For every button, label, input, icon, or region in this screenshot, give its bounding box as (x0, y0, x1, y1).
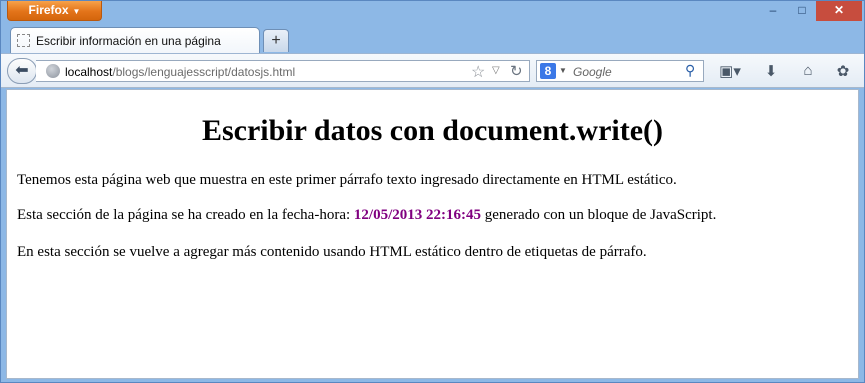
reload-icon[interactable]: ↻ (510, 62, 523, 80)
paragraph-generated-prefix: Esta sección de la página se ha creado e… (17, 207, 354, 223)
maximize-button[interactable]: □ (788, 1, 816, 21)
page-content: Escribir datos con document.write() Tene… (6, 89, 859, 379)
url-text[interactable]: localhost/blogs/lenguajesscript/datosjs.… (65, 65, 295, 79)
search-bar[interactable]: 8 ▼ Google ⚲ (536, 60, 704, 82)
datetime-value: 12/05/2013 22:16:45 (353, 207, 481, 223)
close-button[interactable]: ✕ (816, 1, 862, 21)
firefox-menu-button[interactable]: Firefox ▼ (7, 1, 102, 21)
page-icon (17, 34, 30, 47)
page-heading: Escribir datos con document.write() (201, 114, 664, 147)
firefox-menu-label: Firefox (28, 3, 69, 17)
chevron-down-icon: ▼ (72, 7, 81, 16)
globe-icon (46, 64, 60, 78)
download-icon[interactable]: ⬇ (761, 62, 781, 82)
bookmark-star-icon[interactable]: ☆ (471, 62, 485, 82)
url-host: localhost (65, 65, 113, 79)
tab-active[interactable]: Escribir información en una página (10, 27, 260, 53)
browser-window: Firefox ▼ – □ ✕ Escribir información en u… (0, 0, 865, 383)
addon-icon[interactable]: ✿ (833, 62, 853, 82)
minimize-button[interactable]: – (759, 1, 787, 21)
google-icon[interactable]: 8 (540, 63, 556, 79)
paragraph-static-1: Tenemos esta página web que muestra en e… (17, 172, 677, 188)
search-icon[interactable]: ⚲ (685, 62, 695, 79)
search-engine-dropdown-icon[interactable]: ▼ (559, 66, 567, 75)
bookmarks-menu-icon[interactable]: ▣▾ (715, 62, 745, 82)
paragraph-generated-suffix: generado con un bloque de JavaScript. (481, 207, 717, 223)
paragraph-static-2: En esta sección se vuelve a agregar más … (17, 244, 647, 260)
back-button[interactable]: ⬅ (7, 58, 37, 84)
history-dropdown-icon[interactable]: ▽ (492, 65, 500, 76)
url-path: /blogs/lenguajesscript/datosjs.html (112, 65, 296, 79)
title-bar: Firefox ▼ – □ ✕ (1, 1, 864, 25)
tab-title: Escribir información en una página (36, 34, 221, 48)
back-arrow-icon: ⬅ (15, 62, 29, 79)
home-icon[interactable]: ⌂ (798, 62, 818, 82)
tab-bar: Escribir información en una página + (1, 25, 864, 53)
paragraph-generated: Esta sección de la página se ha creado e… (17, 207, 716, 224)
url-bar[interactable]: localhost/blogs/lenguajesscript/datosjs.… (36, 60, 530, 82)
search-input[interactable]: Google (573, 65, 612, 79)
new-tab-button[interactable]: + (263, 29, 289, 52)
navigation-bar: ⬅ localhost/blogs/lenguajesscript/datosj… (1, 53, 864, 88)
